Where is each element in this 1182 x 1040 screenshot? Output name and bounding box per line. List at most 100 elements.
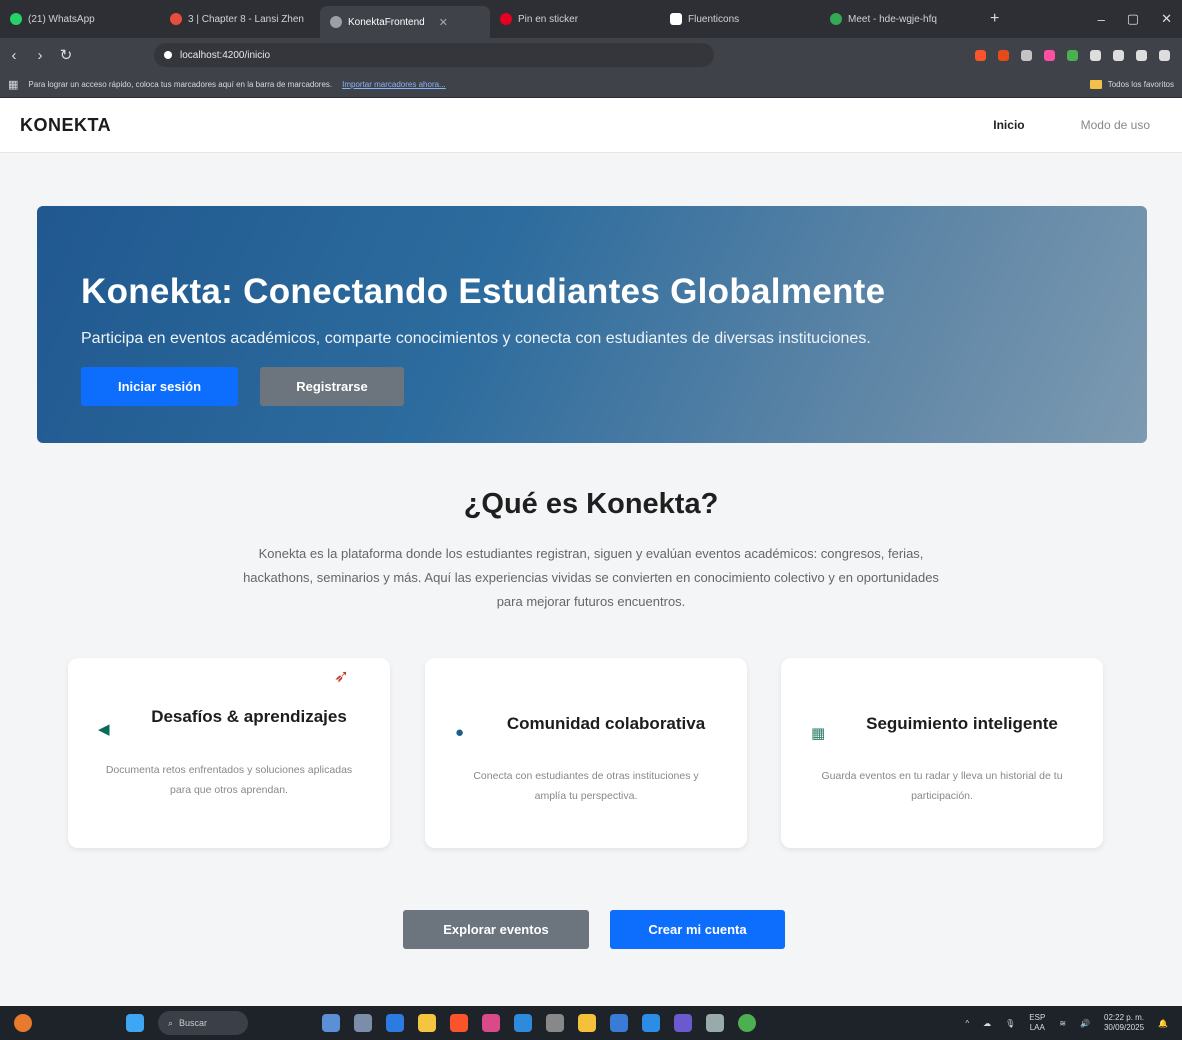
taskbar-search[interactable]: ⌕ Buscar <box>158 1011 248 1035</box>
url-text: localhost:4200/inicio <box>180 49 271 61</box>
system-tray: ^ ☁ 🎙 ESP LAA ≋ 🔊 02:22 p. m. 30/09/2025… <box>965 1013 1168 1033</box>
hero-subtitle: Participa en eventos académicos, compart… <box>81 330 871 347</box>
tab-label: Meet - hde-wgje-hfq <box>848 13 937 25</box>
site-info-icon[interactable] <box>164 51 172 59</box>
all-favorites-folder[interactable]: Todos los favoritos <box>1089 80 1174 89</box>
file-explorer-icon[interactable] <box>418 1014 436 1032</box>
visual-studio-icon[interactable] <box>674 1014 692 1032</box>
chat-icon[interactable] <box>386 1014 404 1032</box>
window-controls: – ▢ ✕ <box>1098 0 1182 38</box>
fluenticons-icon <box>670 13 682 25</box>
wifi-icon[interactable]: ≋ <box>1059 1019 1066 1028</box>
language-indicator[interactable]: ESP LAA <box>1029 1013 1045 1033</box>
tab-chapter[interactable]: 3 | Chapter 8 - Lansi Zhen <box>160 4 320 34</box>
globe-icon: ● <box>455 724 465 741</box>
brand-logo[interactable]: KONEKTA <box>20 115 111 136</box>
import-bookmarks-link[interactable]: Importar marcadores ahora... <box>342 80 446 89</box>
explore-events-button[interactable]: Explorar eventos <box>403 910 589 949</box>
search-icon: ⌕ <box>168 1017 174 1028</box>
clock-date: 30/09/2025 <box>1103 1023 1145 1032</box>
volume-icon[interactable]: 🔊 <box>1080 1019 1090 1028</box>
feature-card-seguimiento: ▦ Seguimiento inteligente Guarda eventos… <box>781 658 1103 848</box>
microphone-icon[interactable]: 🎙 <box>1005 1019 1015 1028</box>
chevron-up-icon[interactable]: ^ <box>965 1019 969 1028</box>
tab-fluenticons[interactable]: Fluenticons <box>660 4 820 34</box>
minimize-icon[interactable]: – <box>1098 12 1105 27</box>
nav-link-modo-de-uso[interactable]: Modo de uso <box>1081 118 1150 132</box>
feature-card-comunidad: ● Comunidad colaborativa Conecta con est… <box>425 658 747 848</box>
download-icon[interactable] <box>1090 49 1101 61</box>
tab-whatsapp[interactable]: (21) WhatsApp <box>0 4 160 34</box>
new-tab-button[interactable]: + <box>980 10 1009 28</box>
register-button[interactable]: Registrarse <box>260 367 404 406</box>
extension-icon[interactable] <box>1021 49 1032 61</box>
hero-title: Konekta: Conectando Estudiantes Globalme… <box>81 272 886 311</box>
apps-grid-icon[interactable]: ▦ <box>8 78 18 91</box>
url-input[interactable]: localhost:4200/inicio <box>154 43 714 67</box>
folder-icon <box>1089 80 1102 89</box>
tab-label: (21) WhatsApp <box>28 13 95 25</box>
app-icon[interactable] <box>482 1014 500 1032</box>
tab-label: 3 | Chapter 8 - Lansi Zhen <box>188 13 304 25</box>
os-taskbar: ⌕ Buscar ^ ☁ 🎙 ESP LAA ≋ 🔊 02:22 p. m. 3… <box>0 1006 1182 1040</box>
app-icon[interactable] <box>14 1014 32 1032</box>
rewards-icon[interactable] <box>998 49 1009 61</box>
app-navbar: KONEKTA Inicio Modo de uso <box>0 98 1182 153</box>
maximize-icon[interactable]: ▢ <box>1127 11 1139 27</box>
calculator-icon[interactable] <box>546 1014 564 1032</box>
pinterest-icon <box>500 13 512 25</box>
about-description: Konekta es la plataforma donde los estud… <box>243 546 939 609</box>
notification-icon[interactable]: 🔔 <box>1158 1019 1168 1028</box>
card-description: Conecta con estudiantes de otras institu… <box>473 770 699 802</box>
bookmarks-bar: ▦ Para lograr un acceso rápido, coloca t… <box>0 72 1182 98</box>
card-title: Comunidad colaborativa <box>506 714 706 733</box>
meet-icon <box>830 13 842 25</box>
tab-label: Pin en sticker <box>518 13 579 25</box>
vscode-icon[interactable] <box>642 1014 660 1032</box>
menu-icon[interactable] <box>1159 49 1170 61</box>
back-icon[interactable]: ‹ <box>6 47 22 64</box>
windows-start-icon[interactable] <box>126 1014 144 1032</box>
create-account-button[interactable]: Crear mi cuenta <box>610 910 785 949</box>
clock[interactable]: 02:22 p. m. 30/09/2025 <box>1104 1013 1144 1033</box>
tab-pinterest[interactable]: Pin en sticker <box>490 4 660 34</box>
card-title: Seguimiento inteligente <box>866 714 1058 733</box>
browser-tab-bar: (21) WhatsApp 3 | Chapter 8 - Lansi Zhen… <box>0 0 1182 38</box>
notes-icon[interactable] <box>578 1014 596 1032</box>
task-view-icon[interactable] <box>322 1014 340 1032</box>
app-icon[interactable] <box>514 1014 532 1032</box>
card-description: Documenta retos enfrentados y soluciones… <box>105 764 353 796</box>
tab-meet[interactable]: Meet - hde-wgje-hfq <box>820 4 980 34</box>
extension-icon[interactable] <box>1067 49 1078 61</box>
brave-browser-icon[interactable] <box>450 1014 468 1032</box>
reload-icon[interactable]: ↻ <box>58 46 74 64</box>
widgets-icon[interactable] <box>354 1014 372 1032</box>
language-layout: LAA <box>1029 1023 1045 1032</box>
tab-konekta[interactable]: KonektaFrontend ✕ <box>320 6 490 38</box>
clock-time: 02:22 p. m. <box>1104 1013 1145 1022</box>
chrome-icon[interactable] <box>738 1014 756 1032</box>
tab-label: Fluenticons <box>688 13 740 25</box>
all-favorites-label: Todos los favoritos <box>1107 80 1174 89</box>
login-button[interactable]: Iniciar sesión <box>81 367 238 406</box>
about-title: ¿Qué es Konekta? <box>463 488 719 520</box>
cloud-icon[interactable]: ☁ <box>983 1019 991 1028</box>
mouse-pointer-icon: ➶ <box>334 666 350 686</box>
forward-icon[interactable]: › <box>32 47 48 64</box>
calendar-icon: ▦ <box>811 725 826 742</box>
tab-label: KonektaFrontend <box>348 16 425 28</box>
close-tab-icon[interactable]: ✕ <box>439 16 448 29</box>
globe-icon <box>330 16 342 28</box>
app-icon[interactable] <box>706 1014 724 1032</box>
card-title: Desafíos & aprendizajes <box>151 707 347 726</box>
extensions-bar <box>975 49 1176 61</box>
nav-link-inicio[interactable]: Inicio <box>993 118 1024 132</box>
sidebar-icon[interactable] <box>1113 49 1124 61</box>
language-code: ESP <box>1029 1013 1046 1022</box>
app-icon[interactable] <box>610 1014 628 1032</box>
brave-shield-icon[interactable] <box>975 49 986 61</box>
nav-links: Inicio Modo de uso <box>993 118 1162 132</box>
extension-icon[interactable] <box>1044 49 1055 61</box>
wallet-icon[interactable] <box>1136 49 1147 61</box>
close-window-icon[interactable]: ✕ <box>1161 11 1172 27</box>
